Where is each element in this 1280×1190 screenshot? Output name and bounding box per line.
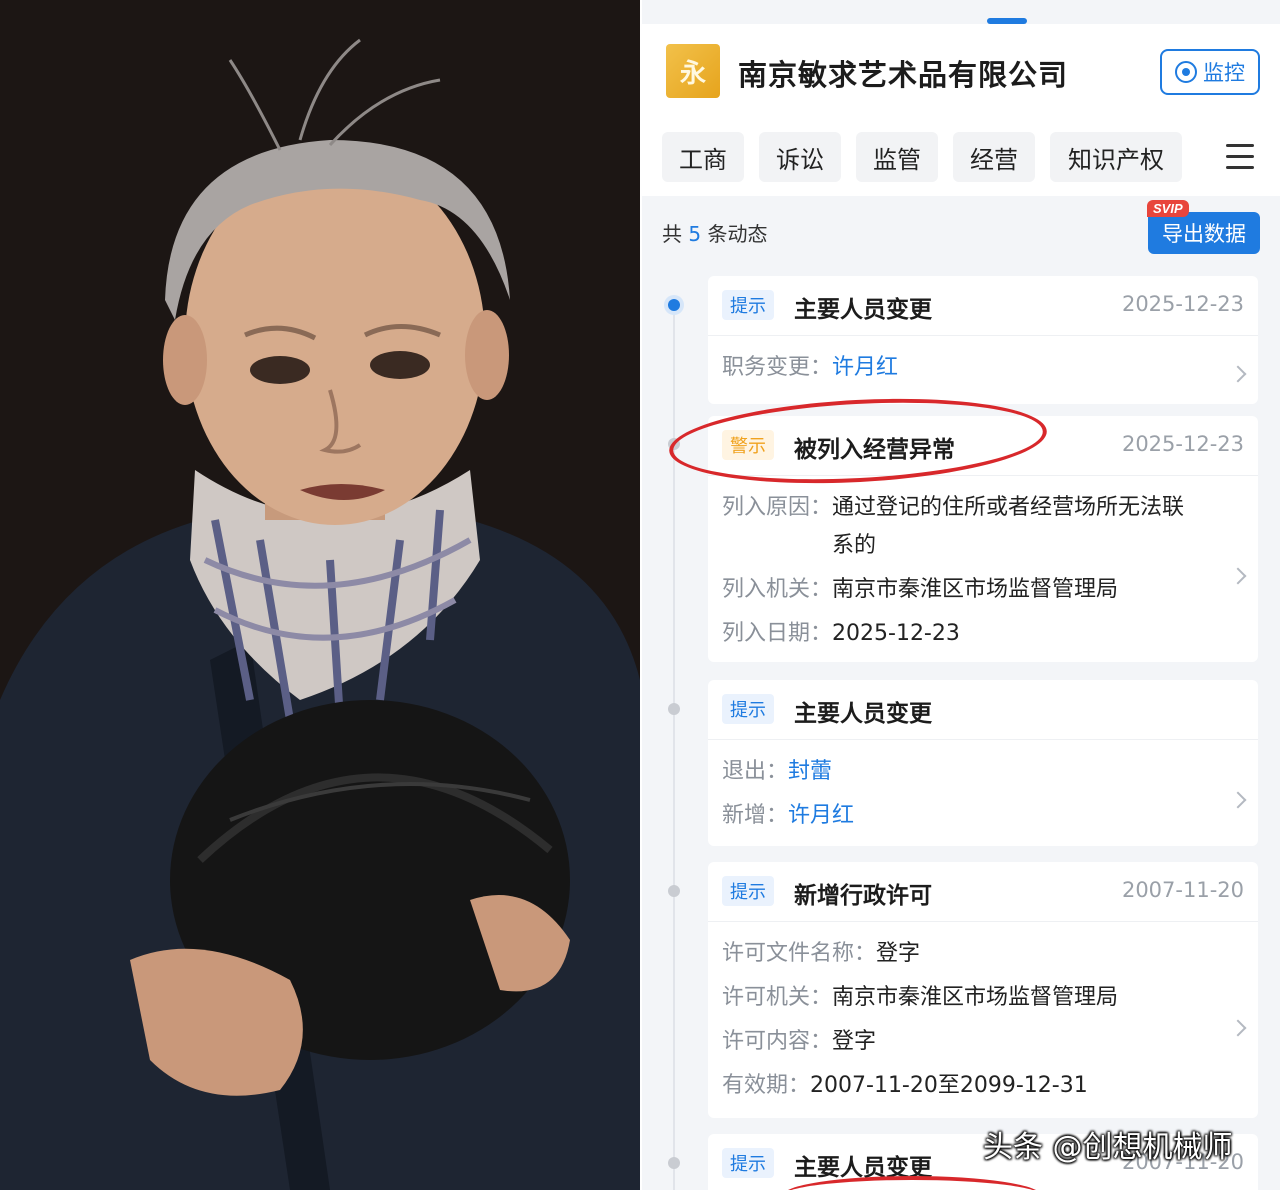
timeline-dot	[668, 299, 680, 311]
event-title: 主要人员变更	[794, 701, 932, 727]
monitor-icon	[1175, 61, 1197, 83]
field-label: 列入机关：	[722, 577, 833, 602]
field-value: 2025-12-23	[832, 621, 960, 646]
company-info-panel: 永 南京敏求艺术品有限公司 监控 工商 诉讼 监管 经营 知识产权 共 5 条动…	[642, 0, 1280, 1190]
event-date: 2025-12-23	[1121, 432, 1244, 456]
event-card[interactable]: 提示 新增行政许可 2007-11-20 许可文件名称： 登字 许可机关： 南京市秦…	[708, 862, 1258, 1118]
field-label: 列入日期：	[722, 621, 833, 646]
field-label: 许可内容：	[722, 1029, 833, 1054]
field-value: 通过登记的住所或者经营场所无法联系的	[832, 495, 1185, 558]
field-value: 2007-11-20至2099-12-31	[810, 1073, 1088, 1098]
field-label: 列入原因：	[722, 495, 833, 520]
category-tabs: 工商 诉讼 监管 经营 知识产权	[642, 120, 1280, 196]
svip-badge: SVIP	[1147, 200, 1189, 217]
event-count-number: 5	[688, 222, 702, 246]
field-label: 有效期：	[722, 1073, 811, 1098]
portrait-illustration	[0, 0, 640, 1190]
field-label: 许可文件名称：	[722, 941, 877, 966]
timeline-dot	[668, 1157, 680, 1169]
field-label: 退出：	[722, 759, 789, 784]
monitor-label: 监控	[1203, 61, 1245, 85]
field-value: 登字	[876, 941, 921, 966]
tab-business[interactable]: 工商	[662, 132, 744, 182]
menu-icon[interactable]	[1226, 144, 1254, 170]
company-logo: 永	[666, 44, 720, 98]
event-date: 2025-12-23	[1121, 292, 1244, 316]
field-label: 许可机关：	[722, 985, 833, 1010]
tab-litigation[interactable]: 诉讼	[759, 132, 841, 182]
timeline-dot	[668, 885, 680, 897]
company-name: 南京敏求艺术品有限公司	[738, 58, 1069, 92]
summary-row: 共 5 条动态 导出数据 SVIP	[642, 196, 1280, 266]
event-count: 共 5 条动态	[662, 222, 768, 246]
monitor-button[interactable]: 监控	[1160, 49, 1260, 95]
field-label: 职务变更：	[722, 355, 833, 380]
hint-badge: 提示	[722, 290, 774, 320]
field-value: 登字	[832, 1029, 877, 1054]
event-card[interactable]: 提示 主要人员变更 2025-12-23 职务变更： 许月红	[708, 276, 1258, 404]
tab-supervision[interactable]: 监管	[856, 132, 938, 182]
event-title: 主要人员变更	[794, 297, 932, 323]
timeline-dot	[668, 703, 680, 715]
person-link[interactable]: 封蕾	[788, 750, 832, 794]
company-header: 永 南京敏求艺术品有限公司 监控	[642, 24, 1280, 120]
timeline-line	[673, 300, 675, 1190]
person-link[interactable]: 许月红	[788, 794, 854, 838]
event-card[interactable]: 提示 主要人员变更 退出： 封蕾 新增： 许月红	[708, 680, 1258, 846]
tab-operation[interactable]: 经营	[953, 132, 1035, 182]
portrait-photo	[0, 0, 640, 1190]
field-value: 南京市秦淮区市场监督管理局	[832, 577, 1119, 602]
logo-glyph: 永	[679, 58, 706, 89]
event-date: 2007-11-20	[1121, 878, 1244, 902]
hint-badge: 提示	[722, 876, 774, 906]
field-value: 南京市秦淮区市场监督管理局	[832, 985, 1119, 1010]
event-title: 新增行政许可	[794, 883, 932, 909]
person-link[interactable]: 许月红	[832, 346, 898, 390]
field-label: 新增：	[722, 803, 789, 828]
hint-badge: 提示	[722, 1148, 774, 1178]
watermark-text: 头条 @创想机械师	[983, 1130, 1233, 1165]
tab-ip[interactable]: 知识产权	[1050, 132, 1182, 182]
export-data-button[interactable]: 导出数据	[1148, 212, 1260, 254]
hint-badge: 提示	[722, 694, 774, 724]
